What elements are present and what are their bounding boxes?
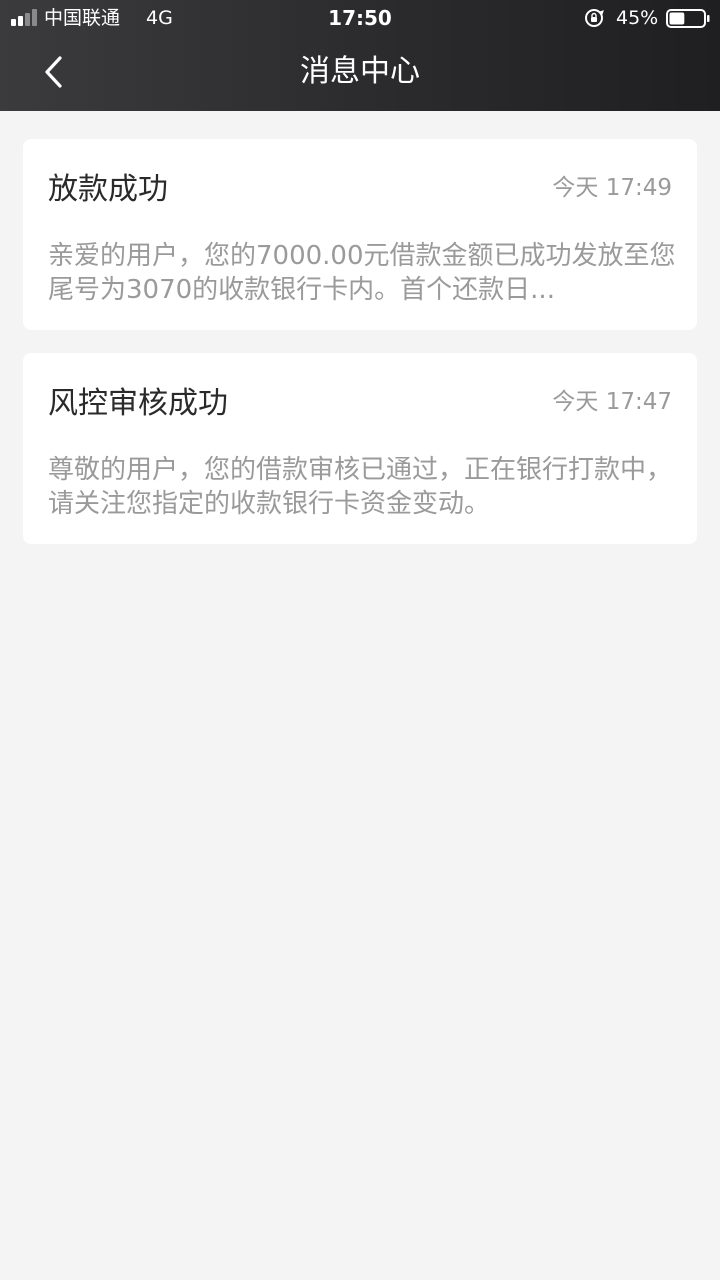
- status-time: 17:50: [328, 6, 392, 30]
- status-bar: 中国联通 4G 17:50 45%: [0, 0, 720, 36]
- signal-bar: [11, 19, 16, 26]
- signal-bar: [18, 16, 23, 26]
- message-body: 亲爱的用户，您的7000.00元借款金额已成功发放至您尾号为3070的收款银行卡…: [48, 241, 676, 305]
- message-time: 今天 17:49: [552, 175, 672, 201]
- back-button[interactable]: [30, 48, 80, 98]
- message-card[interactable]: 风控审核成功 今天 17:47 尊敬的用户，您的借款审核已通过，正在银行打款中，…: [23, 353, 697, 544]
- rotation-lock-icon: [585, 9, 604, 27]
- message-card[interactable]: 放款成功 今天 17:49 亲爱的用户，您的7000.00元借款金额已成功发放至…: [23, 139, 697, 330]
- message-title: 放款成功: [48, 172, 168, 207]
- carrier-name: 中国联通: [44, 7, 121, 29]
- chevron-left-icon: [45, 56, 62, 88]
- message-title: 风控审核成功: [48, 386, 228, 421]
- signal-bar: [32, 9, 37, 26]
- message-body: 尊敬的用户，您的借款审核已通过，正在银行打款中，请关注您指定的收款银行卡资金变动…: [48, 455, 673, 519]
- top-bar: 中国联通 4G 17:50 45% 消息中心: [0, 0, 720, 111]
- network-type: 4G: [146, 7, 173, 29]
- signal-bar: [25, 13, 30, 26]
- message-time: 今天 17:47: [552, 389, 672, 415]
- battery-icon: [666, 9, 710, 28]
- battery-percentage: 45%: [616, 7, 659, 29]
- page-title: 消息中心: [300, 54, 420, 89]
- signal-strength-icon: [11, 9, 41, 26]
